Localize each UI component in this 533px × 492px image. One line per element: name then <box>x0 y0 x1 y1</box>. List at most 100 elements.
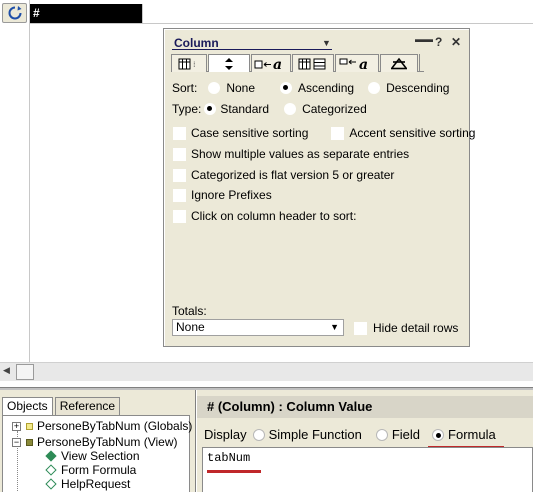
dialog-titlebar[interactable]: Column ▼ ▬▬ ? ✕ <box>164 29 469 53</box>
field-label[interactable]: Field <box>392 427 420 442</box>
sort-descending-radio[interactable] <box>368 82 381 94</box>
tree-item-view[interactable]: − PersoneByTabNum (View) <box>12 435 178 449</box>
outline-diamond-icon <box>45 478 57 490</box>
tab-objects[interactable]: Objects <box>2 397 53 415</box>
tree-item-label: PersoneByTabNum (Globals) <box>37 419 193 433</box>
simple-function-label[interactable]: Simple Function <box>269 427 362 442</box>
tab-numbers[interactable] <box>292 54 334 72</box>
tab-title-font[interactable]: a <box>335 54 379 72</box>
field-radio[interactable] <box>375 428 388 441</box>
display-label: Display <box>204 427 247 442</box>
title-font-icon: a <box>339 57 368 71</box>
type-standard-label[interactable]: Standard <box>220 102 269 116</box>
click-header-checkbox[interactable] <box>173 209 186 223</box>
collapse-icon[interactable]: − <box>12 437 21 447</box>
close-icon[interactable]: ✕ <box>451 35 461 49</box>
tree-item-form-formula[interactable]: Form Formula <box>45 463 136 477</box>
svg-text:a: a <box>359 57 368 71</box>
sort-row: Sort: None Ascending Descending <box>172 81 449 95</box>
advanced-icon <box>391 57 407 70</box>
view-icon <box>26 438 33 446</box>
tree-item-label: View Selection <box>61 449 140 463</box>
sort-none-label[interactable]: None <box>226 81 255 95</box>
formula-radio[interactable] <box>432 428 445 441</box>
sort-ascending-label[interactable]: Ascending <box>298 81 354 95</box>
numbers-icon <box>298 58 326 69</box>
totals-dropdown[interactable]: None ▼ <box>172 319 344 336</box>
case-sensitive-label[interactable]: Case sensitive sorting <box>191 126 308 140</box>
dialog-menu-icon[interactable]: ▬▬ <box>415 34 433 44</box>
horizontal-scrollbar[interactable]: ◀ <box>0 362 533 381</box>
tab-advanced[interactable] <box>380 54 418 72</box>
column-header[interactable]: # <box>30 4 142 23</box>
code-annotation-underline <box>207 470 261 473</box>
sort-none-radio[interactable] <box>208 82 221 94</box>
sort-ascending-radio[interactable] <box>280 82 293 94</box>
globals-icon <box>26 422 33 430</box>
categorized-flat-row: Categorized is flat version 5 or greater <box>172 168 394 182</box>
column-divider <box>29 0 30 362</box>
ignore-prefixes-label[interactable]: Ignore Prefixes <box>191 188 272 202</box>
chevron-down-icon[interactable]: ▼ <box>322 38 331 48</box>
column-info-icon: ⁞ <box>178 58 196 69</box>
case-sensitive-checkbox[interactable] <box>173 126 186 140</box>
case-sensitive-row: Case sensitive sorting Accent sensitive … <box>172 126 475 140</box>
sort-label: Sort: <box>172 81 198 95</box>
multiple-values-row: Show multiple values as separate entries <box>172 147 409 161</box>
tree-item-globals[interactable]: + PersoneByTabNum (Globals) <box>12 419 192 433</box>
title-underline <box>172 49 332 50</box>
totals-value: None <box>176 320 205 334</box>
categorized-flat-checkbox[interactable] <box>173 168 186 182</box>
tab-strip-end <box>419 54 421 72</box>
formula-code[interactable]: tabNum <box>207 451 250 465</box>
objects-tabs: Objects Reference <box>2 397 122 415</box>
help-icon[interactable]: ? <box>435 35 442 49</box>
multiple-values-checkbox[interactable] <box>173 147 186 161</box>
refresh-button[interactable] <box>2 3 27 23</box>
tab-column-info[interactable]: ⁞ <box>171 54 207 72</box>
tree-item-view-selection[interactable]: View Selection <box>45 449 140 463</box>
type-categorized-radio[interactable] <box>284 103 297 115</box>
sort-descending-label[interactable]: Descending <box>386 81 449 95</box>
accent-sensitive-checkbox[interactable] <box>331 126 345 140</box>
multiple-values-label[interactable]: Show multiple values as separate entries <box>191 147 409 161</box>
tree-item-help-request[interactable]: HelpRequest <box>45 477 131 491</box>
tab-reference[interactable]: Reference <box>54 397 121 415</box>
type-label: Type: <box>172 102 202 116</box>
hide-detail-label[interactable]: Hide detail rows <box>373 321 458 335</box>
dialog-title[interactable]: Column <box>174 36 219 50</box>
tab-sorting[interactable] <box>208 54 250 72</box>
tree-item-label: PersoneByTabNum (View) <box>37 435 178 449</box>
objects-pane: Objects Reference + PersoneByTabNum (Glo… <box>0 390 196 492</box>
categorized-flat-label[interactable]: Categorized is flat version 5 or greater <box>191 168 394 182</box>
programmer-pane: # (Column) : Column Value Display Simple… <box>197 390 533 492</box>
chevron-down-icon[interactable]: ▼ <box>330 320 339 335</box>
ignore-prefixes-checkbox[interactable] <box>173 188 186 202</box>
programmer-pane-title: # (Column) : Column Value <box>197 396 533 418</box>
dialog-tabs: ⁞ a a <box>171 54 424 72</box>
svg-text:a: a <box>273 57 282 71</box>
formula-label[interactable]: Formula <box>448 427 496 442</box>
type-categorized-label[interactable]: Categorized <box>302 102 367 116</box>
refresh-icon <box>8 6 21 20</box>
header-baseline <box>30 23 533 24</box>
click-header-row: Click on column header to sort: <box>172 209 356 223</box>
font-icon: a <box>254 57 282 71</box>
tab-font[interactable]: a <box>251 54 291 72</box>
type-standard-radio[interactable] <box>204 103 217 115</box>
simple-function-radio[interactable] <box>252 428 265 441</box>
expand-icon[interactable]: + <box>12 421 21 431</box>
click-header-label[interactable]: Click on column header to sort: <box>191 209 356 223</box>
accent-sensitive-label[interactable]: Accent sensitive sorting <box>349 126 475 140</box>
scrollbar-thumb[interactable] <box>16 364 34 380</box>
tree-item-label: HelpRequest <box>61 477 131 491</box>
column-header-separator[interactable] <box>142 4 143 24</box>
scroll-left-icon[interactable]: ◀ <box>3 365 10 376</box>
filled-diamond-icon <box>45 450 57 462</box>
outline-diamond-icon <box>45 464 57 476</box>
hide-detail-checkbox[interactable] <box>354 321 367 335</box>
hide-detail-row: Hide detail rows <box>354 321 458 335</box>
sort-icon <box>225 57 233 70</box>
ignore-prefixes-row: Ignore Prefixes <box>172 188 272 202</box>
display-options-row: Display Simple Function Field Formula <box>204 427 496 442</box>
